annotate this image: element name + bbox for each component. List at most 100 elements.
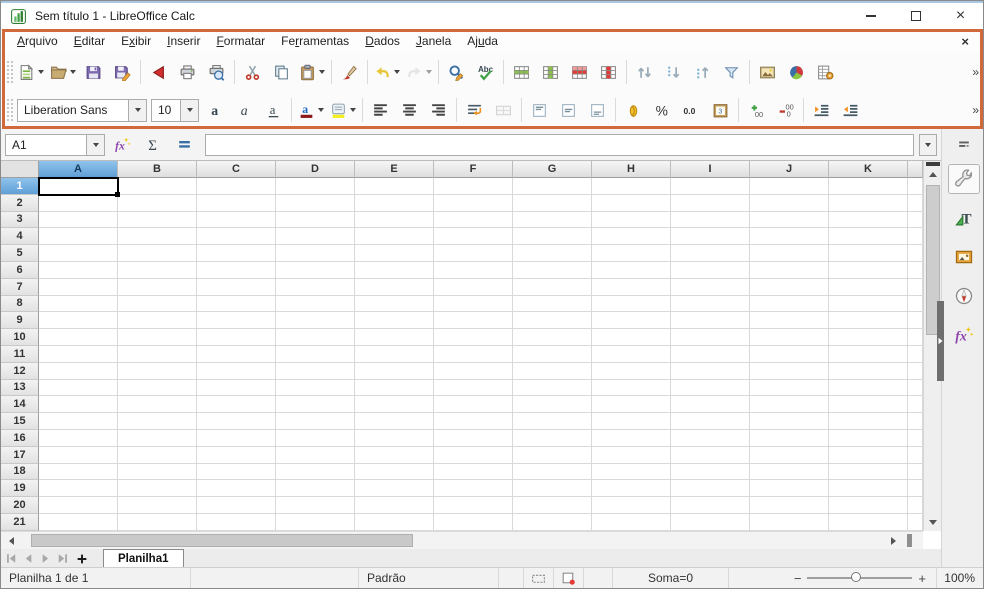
cell-A17[interactable] [39, 446, 118, 464]
cell-A10[interactable] [39, 329, 118, 346]
cell-D5[interactable] [276, 245, 355, 262]
clone-formatting-button[interactable] [335, 57, 364, 87]
cell-B21[interactable] [118, 513, 197, 531]
cell-J10[interactable] [750, 329, 829, 346]
cell-B19[interactable] [118, 480, 197, 498]
cell-E4[interactable] [355, 228, 434, 246]
font-size-select[interactable]: 10 [151, 98, 199, 122]
sheet-tab-planilha1[interactable]: Planilha1 [103, 549, 184, 567]
cell-G11[interactable] [513, 345, 592, 363]
cell-J19[interactable] [750, 480, 829, 498]
row-header-17[interactable]: 17 [1, 446, 39, 464]
cell-C9[interactable] [197, 312, 276, 330]
zoom-in-button[interactable]: + [918, 571, 926, 586]
row-header-18[interactable]: 18 [1, 463, 39, 481]
cell-G3[interactable] [513, 211, 592, 229]
cell-C18[interactable] [197, 463, 276, 481]
sort-button[interactable] [630, 57, 659, 87]
cell-K19[interactable] [829, 480, 908, 498]
cell-F20[interactable] [434, 497, 513, 514]
dropdown-caret-icon[interactable] [350, 108, 356, 112]
cell-partial[interactable] [908, 480, 923, 498]
percent-format-button[interactable]: % [648, 95, 677, 125]
cell-partial[interactable] [908, 261, 923, 279]
cell-G8[interactable] [513, 295, 592, 313]
align-center-button[interactable] [395, 95, 424, 125]
cell-I1[interactable] [671, 178, 750, 195]
row-header-10[interactable]: 10 [1, 329, 39, 346]
print-preview-button[interactable] [202, 57, 231, 87]
selection-mode-status[interactable] [524, 568, 554, 588]
cell-G14[interactable] [513, 396, 592, 414]
cell-H19[interactable] [592, 480, 671, 498]
row-header-15[interactable]: 15 [1, 413, 39, 430]
cell-F1[interactable] [434, 178, 513, 195]
cell-E12[interactable] [355, 362, 434, 380]
zoom-level[interactable]: 100% [937, 571, 983, 585]
column-header-A[interactable]: A [39, 161, 118, 178]
cell-K3[interactable] [829, 211, 908, 229]
cell-F11[interactable] [434, 345, 513, 363]
cell-E17[interactable] [355, 446, 434, 464]
cell-F16[interactable] [434, 429, 513, 447]
tab-next-button[interactable] [37, 550, 54, 567]
cell-B4[interactable] [118, 228, 197, 246]
cell-I17[interactable] [671, 446, 750, 464]
cell-I7[interactable] [671, 278, 750, 296]
cell-C17[interactable] [197, 446, 276, 464]
cell-J7[interactable] [750, 278, 829, 296]
menu-ferramentas[interactable]: Ferramentas [273, 31, 357, 51]
cell-G19[interactable] [513, 480, 592, 498]
cell-K21[interactable] [829, 513, 908, 531]
cell-B9[interactable] [118, 312, 197, 330]
sidebar-functions-button[interactable]: fx [948, 320, 980, 350]
delete-rows-button[interactable] [565, 57, 594, 87]
cell-H6[interactable] [592, 261, 671, 279]
tab-previous-button[interactable] [20, 550, 37, 567]
cell-D20[interactable] [276, 497, 355, 514]
cell-K16[interactable] [829, 429, 908, 447]
cell-partial[interactable] [908, 278, 923, 296]
cell-K17[interactable] [829, 446, 908, 464]
cell-G10[interactable] [513, 329, 592, 346]
undo-button[interactable] [371, 57, 403, 87]
scrollbar-split-grip[interactable] [907, 534, 912, 547]
cell-B3[interactable] [118, 211, 197, 229]
cell-G4[interactable] [513, 228, 592, 246]
sum-status[interactable]: Soma=0 [613, 568, 729, 588]
cell-B18[interactable] [118, 463, 197, 481]
cell-D18[interactable] [276, 463, 355, 481]
cell-J17[interactable] [750, 446, 829, 464]
cell-E6[interactable] [355, 261, 434, 279]
toolbar-overflow-button[interactable]: » [972, 103, 979, 117]
cell-C20[interactable] [197, 497, 276, 514]
cell-E7[interactable] [355, 278, 434, 296]
close-button[interactable]: × [938, 3, 983, 29]
row-header-1[interactable]: 1 [1, 178, 39, 195]
font-size-dropdown[interactable] [180, 99, 198, 121]
sort-ascending-button[interactable] [659, 57, 688, 87]
close-document-button[interactable]: × [955, 34, 975, 49]
cell-partial[interactable] [908, 446, 923, 464]
cell-partial[interactable] [908, 194, 923, 212]
column-header-F[interactable]: F [434, 161, 513, 178]
column-header-H[interactable]: H [592, 161, 671, 178]
cell-E11[interactable] [355, 345, 434, 363]
cell-I21[interactable] [671, 513, 750, 531]
cell-J15[interactable] [750, 413, 829, 430]
cell-H3[interactable] [592, 211, 671, 229]
row-header-19[interactable]: 19 [1, 480, 39, 498]
cell-F10[interactable] [434, 329, 513, 346]
cell-I10[interactable] [671, 329, 750, 346]
dropdown-caret-icon[interactable] [394, 70, 400, 74]
sort-descending-button[interactable] [688, 57, 717, 87]
cell-C11[interactable] [197, 345, 276, 363]
row-header-9[interactable]: 9 [1, 312, 39, 330]
menu-arquivo[interactable]: Arquivo [9, 31, 66, 51]
cell-K8[interactable] [829, 295, 908, 313]
cell-B2[interactable] [118, 194, 197, 212]
name-box-dropdown[interactable] [86, 134, 104, 155]
toolbar-grip[interactable] [6, 98, 13, 122]
font-color-button[interactable]: a [295, 95, 327, 125]
cell-D13[interactable] [276, 379, 355, 397]
